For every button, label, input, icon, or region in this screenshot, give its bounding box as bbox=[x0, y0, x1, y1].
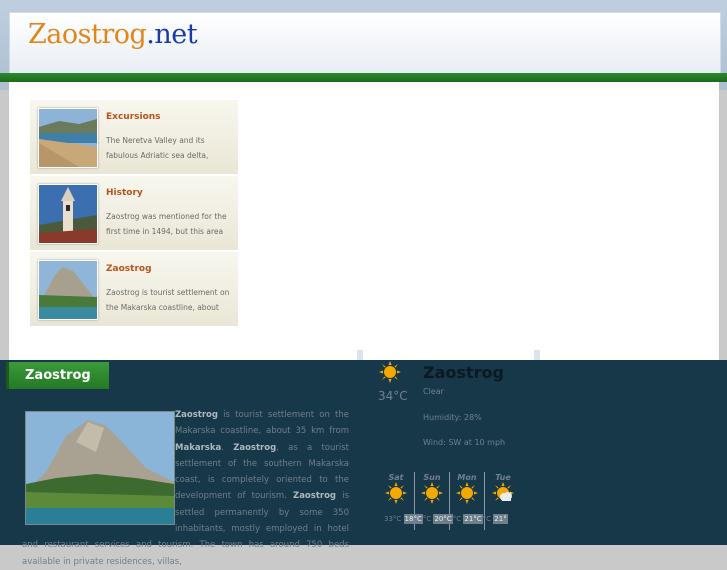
forecast-day-name: Sat bbox=[388, 473, 404, 482]
article-title[interactable]: Zaostrog bbox=[106, 264, 152, 274]
weather-wind: Wind: SW at 10 mph bbox=[423, 438, 506, 447]
forecast-day: Tue bbox=[486, 473, 520, 508]
forecast-temps: 33°C 18°C°C 20°C°C 21°C°C 21° bbox=[384, 514, 508, 524]
forecast-temp: 21° bbox=[493, 514, 508, 524]
body-bold: Zaostrog bbox=[233, 442, 277, 453]
body-bold: Zaostrog bbox=[293, 491, 337, 502]
forecast-temp: °C bbox=[452, 515, 462, 523]
weather-condition: Clear bbox=[423, 387, 444, 396]
sun-icon bbox=[379, 361, 401, 387]
weather-temp: 34°C bbox=[378, 389, 408, 403]
logo-main: Zaostrog bbox=[28, 19, 147, 50]
forecast-day-name: Mon bbox=[457, 473, 477, 482]
article-desc: Zaostrog is tourist settlement on the Ma… bbox=[106, 288, 230, 312]
body-bold: Makarska bbox=[175, 442, 222, 453]
article-zaostrog[interactable]: Zaostrog Zaostrog is tourist settlement … bbox=[30, 252, 238, 327]
article-title[interactable]: Excursions bbox=[106, 112, 161, 122]
forecast-temp: °C bbox=[482, 515, 492, 523]
section-tab[interactable]: Zaostrog bbox=[6, 362, 109, 389]
article-desc: The Neretva Valley and its fabulous Adri… bbox=[106, 136, 209, 160]
forecast-day: Mon bbox=[450, 473, 484, 508]
section-title: Zaostrog bbox=[25, 368, 91, 383]
logo-tld: .net bbox=[146, 19, 198, 50]
article-excursions[interactable]: Excursions The Neretva Valley and its fa… bbox=[30, 100, 238, 175]
church-tower-photo-icon[interactable] bbox=[38, 184, 98, 244]
forecast-temp: 21°C bbox=[463, 514, 483, 524]
article-title[interactable]: History bbox=[106, 188, 143, 198]
body-bold: Zaostrog bbox=[175, 410, 218, 420]
forecast-temp: 18°C bbox=[403, 514, 423, 524]
site-header: Zaostrog.net bbox=[9, 12, 721, 74]
forecast-day-name: Tue bbox=[495, 473, 511, 482]
forecast-day: Sat bbox=[379, 473, 413, 508]
forecast-day: Sun bbox=[415, 473, 449, 508]
sun-icon bbox=[456, 482, 478, 508]
body-text: . bbox=[221, 442, 234, 453]
sun-icon bbox=[385, 482, 407, 508]
forecast-temp: 33°C bbox=[384, 515, 402, 523]
mountain-coast-photo-icon[interactable] bbox=[38, 260, 98, 320]
article-history[interactable]: History Zaostrog was mentioned for the f… bbox=[30, 176, 238, 251]
site-logo[interactable]: Zaostrog.net bbox=[28, 19, 198, 50]
nav-bar bbox=[0, 73, 727, 82]
zaostrog-photo-icon bbox=[25, 411, 175, 525]
beach-photo-icon[interactable] bbox=[38, 108, 98, 168]
weather-city: Zaostrog bbox=[423, 363, 504, 382]
sun-icon bbox=[421, 482, 443, 508]
article-desc: Zaostrog was mentioned for the first tim… bbox=[106, 212, 227, 236]
weather-humidity: Humidity: 28% bbox=[423, 413, 482, 422]
sun-cloud-icon bbox=[492, 482, 514, 508]
forecast-day-name: Sun bbox=[423, 473, 441, 482]
forecast-temp: °C bbox=[422, 515, 432, 523]
forecast-temp: 20°C bbox=[433, 514, 453, 524]
